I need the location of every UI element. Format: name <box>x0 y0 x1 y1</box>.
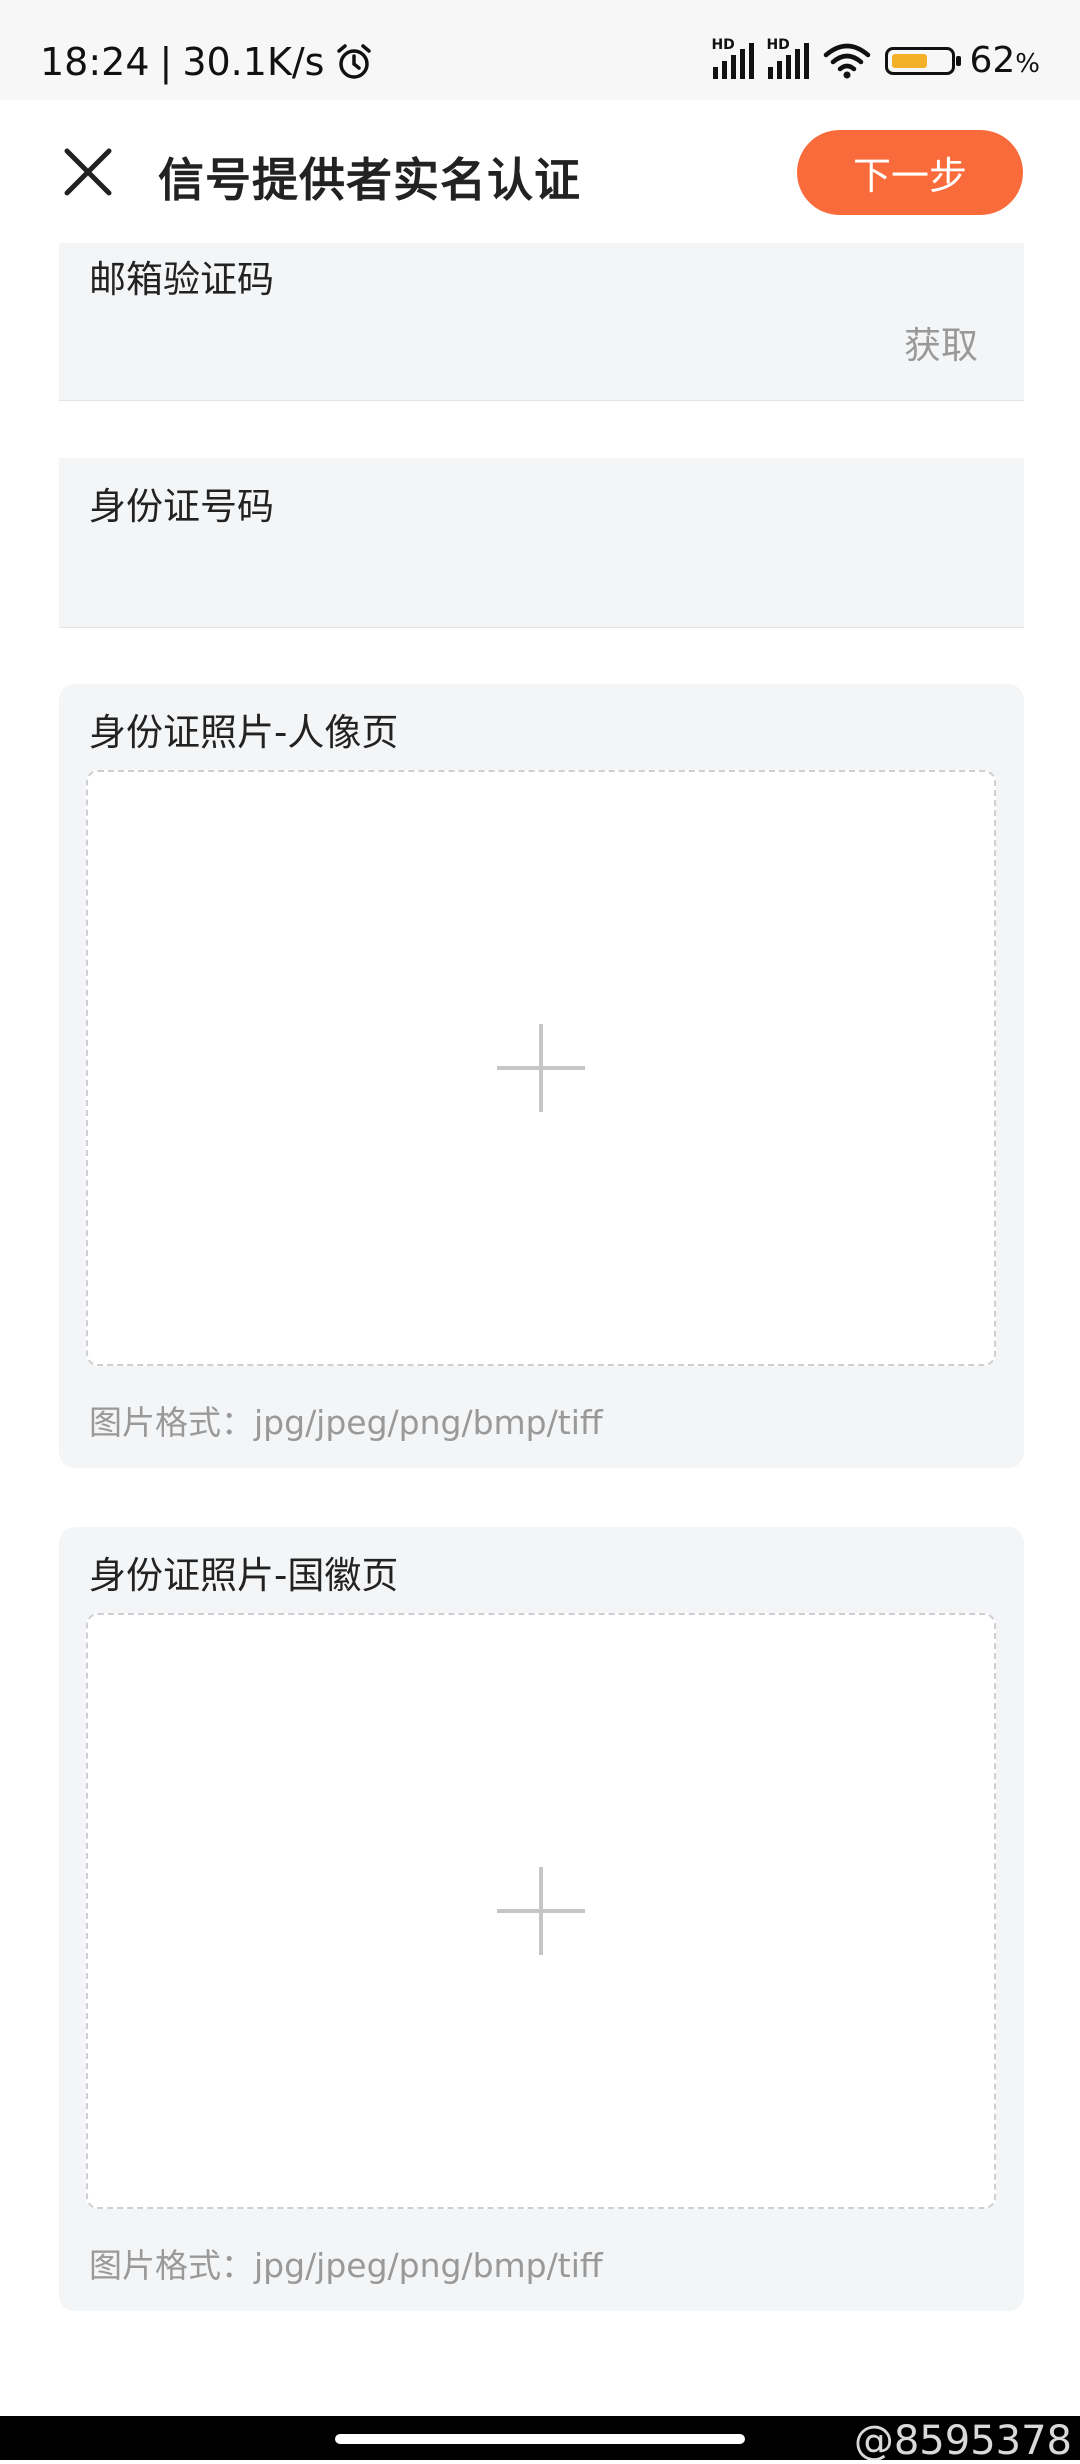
id-photo-front-label: 身份证照片-人像页 <box>89 711 399 754</box>
header: 信号提供者实名认证 下一步 <box>0 100 1080 240</box>
plus-icon <box>497 1024 585 1112</box>
status-time: 18:24 <box>40 40 150 84</box>
id-photo-back-upload[interactable] <box>86 1613 996 2209</box>
format-hint: 图片格式：jpg/jpeg/png/bmp/tiff <box>89 2246 603 2285</box>
id-photo-back-label: 身份证照片-国徽页 <box>89 1554 399 1597</box>
next-step-button[interactable]: 下一步 <box>797 130 1023 215</box>
plus-icon <box>497 1867 585 1955</box>
email-code-label: 邮箱验证码 <box>89 258 274 301</box>
signal-icon: HD <box>766 37 810 79</box>
id-photo-front-upload[interactable] <box>86 770 996 1366</box>
format-hint: 图片格式：jpg/jpeg/png/bmp/tiff <box>89 1403 603 1442</box>
close-icon[interactable] <box>58 142 118 202</box>
email-code-field[interactable]: 邮箱验证码 获取 <box>59 243 1024 401</box>
status-right: HD HD 62% <box>711 37 1040 82</box>
battery-icon <box>885 46 962 75</box>
status-bar: 18:24 | 30.1K/s HD HD 62% <box>0 0 1080 100</box>
signal-icon: HD <box>711 37 755 79</box>
id-photo-front-card: 身份证照片-人像页 图片格式：jpg/jpeg/png/bmp/tiff <box>59 684 1024 1468</box>
battery-percent: 62% <box>969 40 1040 81</box>
home-indicator[interactable] <box>335 2434 745 2444</box>
network-speed: 30.1K/s <box>182 40 325 84</box>
battery-level <box>892 53 928 68</box>
id-photo-back-card: 身份证照片-国徽页 图片格式：jpg/jpeg/png/bmp/tiff <box>59 1527 1024 2311</box>
wifi-icon <box>824 43 871 78</box>
status-left: 18:24 | 30.1K/s <box>40 40 374 84</box>
get-code-button[interactable]: 获取 <box>904 315 978 369</box>
watermark: @8595378 <box>853 2418 1072 2464</box>
status-divider: | <box>159 40 173 84</box>
id-number-field[interactable]: 身份证号码 <box>59 458 1024 628</box>
page-title: 信号提供者实名认证 <box>158 153 581 207</box>
id-number-label: 身份证号码 <box>89 485 274 528</box>
alarm-clock-icon <box>337 44 372 79</box>
